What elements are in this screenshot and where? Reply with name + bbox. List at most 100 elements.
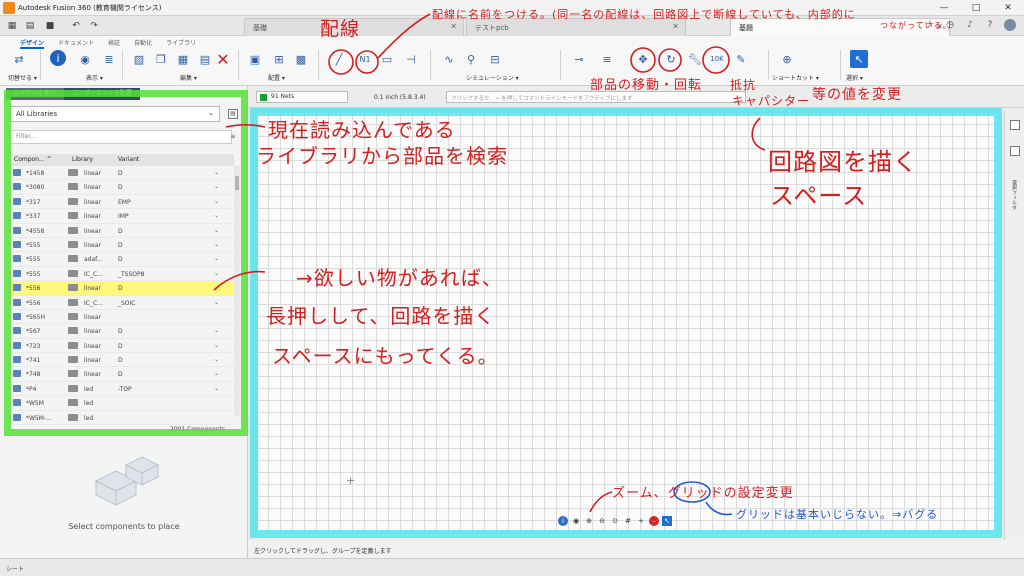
- avatar[interactable]: [1004, 19, 1016, 31]
- wrench-icon[interactable]: 🔧︎: [686, 50, 704, 68]
- minimize-button[interactable]: —: [928, 0, 960, 16]
- undo-icon[interactable]: ↶: [70, 20, 82, 32]
- tab-validate[interactable]: 検証: [108, 38, 120, 49]
- chevron-down-icon[interactable]: ⌄: [214, 212, 219, 219]
- close-icon[interactable]: ✕: [450, 22, 457, 31]
- file-icon[interactable]: ▤: [24, 20, 36, 32]
- selection-filter-label[interactable]: 選択フィルタ: [1011, 180, 1018, 210]
- simulation-icon[interactable]: ⊟: [486, 50, 504, 68]
- value-icon[interactable]: 10K: [708, 50, 726, 68]
- zoom-fit-icon[interactable]: ⊙: [610, 516, 620, 526]
- table-row[interactable]: *337 linear IMP ⌄: [10, 209, 234, 224]
- shortcut-icon[interactable]: ⊕: [778, 50, 796, 68]
- save-icon[interactable]: ■: [44, 20, 56, 32]
- table-row[interactable]: *4558 linear D ⌄: [10, 224, 234, 238]
- table-row[interactable]: *W5M led: [10, 396, 234, 411]
- select-icon[interactable]: ↖: [850, 50, 868, 68]
- table-row[interactable]: *556 linear D ⌄: [10, 281, 234, 296]
- panel-toggle-icon[interactable]: [1010, 146, 1020, 156]
- place-frame-icon[interactable]: ⊞: [270, 50, 288, 68]
- library-select[interactable]: All Libraries ⌄: [10, 106, 220, 122]
- edit-icon[interactable]: ✎: [732, 50, 750, 68]
- sheet-label[interactable]: シート: [6, 566, 24, 573]
- table-row[interactable]: *556 IC_C... _SOIC ⌄: [10, 296, 234, 310]
- layers-icon[interactable]: ≣: [100, 50, 118, 68]
- net-name-icon[interactable]: N1: [356, 50, 374, 68]
- place-component-icon[interactable]: ▣: [246, 50, 264, 68]
- close-icon[interactable]: ✕: [672, 22, 679, 31]
- chevron-down-icon[interactable]: ⌄: [214, 198, 219, 205]
- grid-icon[interactable]: #: [623, 516, 633, 526]
- nets-dropdown[interactable]: 91 Nets: [256, 91, 348, 103]
- group-switch[interactable]: 切替せる ▾: [8, 73, 37, 82]
- scrollbar[interactable]: [234, 166, 240, 416]
- tab-automate[interactable]: 自動化: [134, 38, 152, 49]
- zoom-out-icon[interactable]: ⊖: [597, 516, 607, 526]
- help-icon[interactable]: ?: [984, 19, 996, 31]
- eye-icon[interactable]: ◉: [571, 516, 581, 526]
- table-row[interactable]: *748 linear D ⌄: [10, 367, 234, 382]
- group-edit[interactable]: 編集 ▾: [180, 73, 197, 82]
- info-icon[interactable]: i: [50, 50, 66, 66]
- table-row[interactable]: *565H linear: [10, 310, 234, 325]
- table-row[interactable]: *723 linear D ⌄: [10, 339, 234, 354]
- table-row[interactable]: *W5M-... led: [10, 411, 234, 426]
- grid-menu-icon[interactable]: ▦: [6, 20, 18, 32]
- table-row[interactable]: *317 linear EMP ⌄: [10, 195, 234, 210]
- table-row[interactable]: *555 adaf... D ⌄: [10, 252, 234, 267]
- group-select[interactable]: 選択 ▾: [846, 73, 863, 82]
- rotate-icon[interactable]: ↻: [662, 50, 680, 68]
- maximize-button[interactable]: □: [960, 0, 992, 16]
- chevron-down-icon[interactable]: ⌄: [214, 227, 219, 234]
- bell-icon[interactable]: ♪: [964, 19, 976, 31]
- column-component[interactable]: Compon... ^: [14, 156, 52, 163]
- group-simulation[interactable]: シミュレーション ▾: [466, 73, 519, 82]
- table-row[interactable]: *3080 linear D ⌄: [10, 180, 234, 195]
- chevron-down-icon[interactable]: ⌄: [214, 342, 219, 349]
- move-group-icon[interactable]: ▦: [174, 50, 192, 68]
- zoom-in-icon[interactable]: ⊕: [584, 516, 594, 526]
- stop-icon[interactable]: –: [649, 516, 659, 526]
- panel-toggle-icon[interactable]: [1010, 120, 1020, 130]
- close-button[interactable]: ✕: [992, 0, 1024, 16]
- move-icon[interactable]: ✥: [634, 50, 652, 68]
- net-label-icon[interactable]: ▭: [378, 50, 396, 68]
- filter-input[interactable]: Filter...: [10, 130, 232, 144]
- chevron-down-icon[interactable]: ⌄: [214, 270, 219, 277]
- tab-place-components[interactable]: コンポーネントを配置: [63, 88, 140, 100]
- chevron-down-icon[interactable]: ⌄: [214, 327, 219, 334]
- table-row[interactable]: *741 linear D ⌄: [10, 353, 234, 368]
- align-icon[interactable]: ≡: [598, 50, 616, 68]
- chevron-down-icon[interactable]: ⌄: [214, 356, 219, 363]
- tab-show-layers[interactable]: レイヤーを表示: [6, 88, 64, 100]
- inspect-icon[interactable]: ⚲: [462, 50, 480, 68]
- column-library[interactable]: Library: [72, 156, 93, 163]
- column-variant[interactable]: Variant: [118, 156, 139, 163]
- chevron-down-icon[interactable]: ⌄: [214, 284, 219, 291]
- stack-icon[interactable]: ▨: [130, 50, 148, 68]
- group-place[interactable]: 配置 ▾: [268, 73, 285, 82]
- net-wire-icon[interactable]: ╱: [330, 50, 348, 68]
- table-row[interactable]: *555 IC_C... _TSSOP8 ⌄: [10, 267, 234, 282]
- switch-board-icon[interactable]: ⇄: [10, 50, 28, 68]
- eye-icon[interactable]: ◉: [76, 50, 94, 68]
- info-icon[interactable]: i: [558, 516, 568, 526]
- chevron-down-icon[interactable]: ⌄: [214, 169, 219, 176]
- tab-design[interactable]: デザイン: [20, 38, 45, 49]
- tab-library[interactable]: ライブラリ: [166, 38, 196, 49]
- design-block-icon[interactable]: ▩: [292, 50, 310, 68]
- table-row[interactable]: *567 linear D ⌄: [10, 324, 234, 339]
- select-mode-icon[interactable]: ↖: [662, 516, 672, 526]
- filter-options-icon[interactable]: ≡: [228, 133, 238, 143]
- chevron-down-icon[interactable]: ⌄: [214, 299, 219, 306]
- copy-icon[interactable]: ❐: [152, 50, 170, 68]
- chevron-down-icon[interactable]: ⌄: [214, 241, 219, 248]
- bus-icon[interactable]: ⊣: [402, 50, 420, 68]
- chevron-down-icon[interactable]: ⌄: [214, 255, 219, 262]
- redo-icon[interactable]: ↷: [88, 20, 100, 32]
- table-row[interactable]: *P4 led -TOP ⌄: [10, 382, 234, 397]
- chevron-down-icon[interactable]: ⌄: [214, 183, 219, 190]
- delete-icon[interactable]: ✕: [214, 50, 232, 69]
- tab-document[interactable]: ドキュメント: [58, 38, 94, 49]
- crosshair-icon[interactable]: +: [636, 516, 646, 526]
